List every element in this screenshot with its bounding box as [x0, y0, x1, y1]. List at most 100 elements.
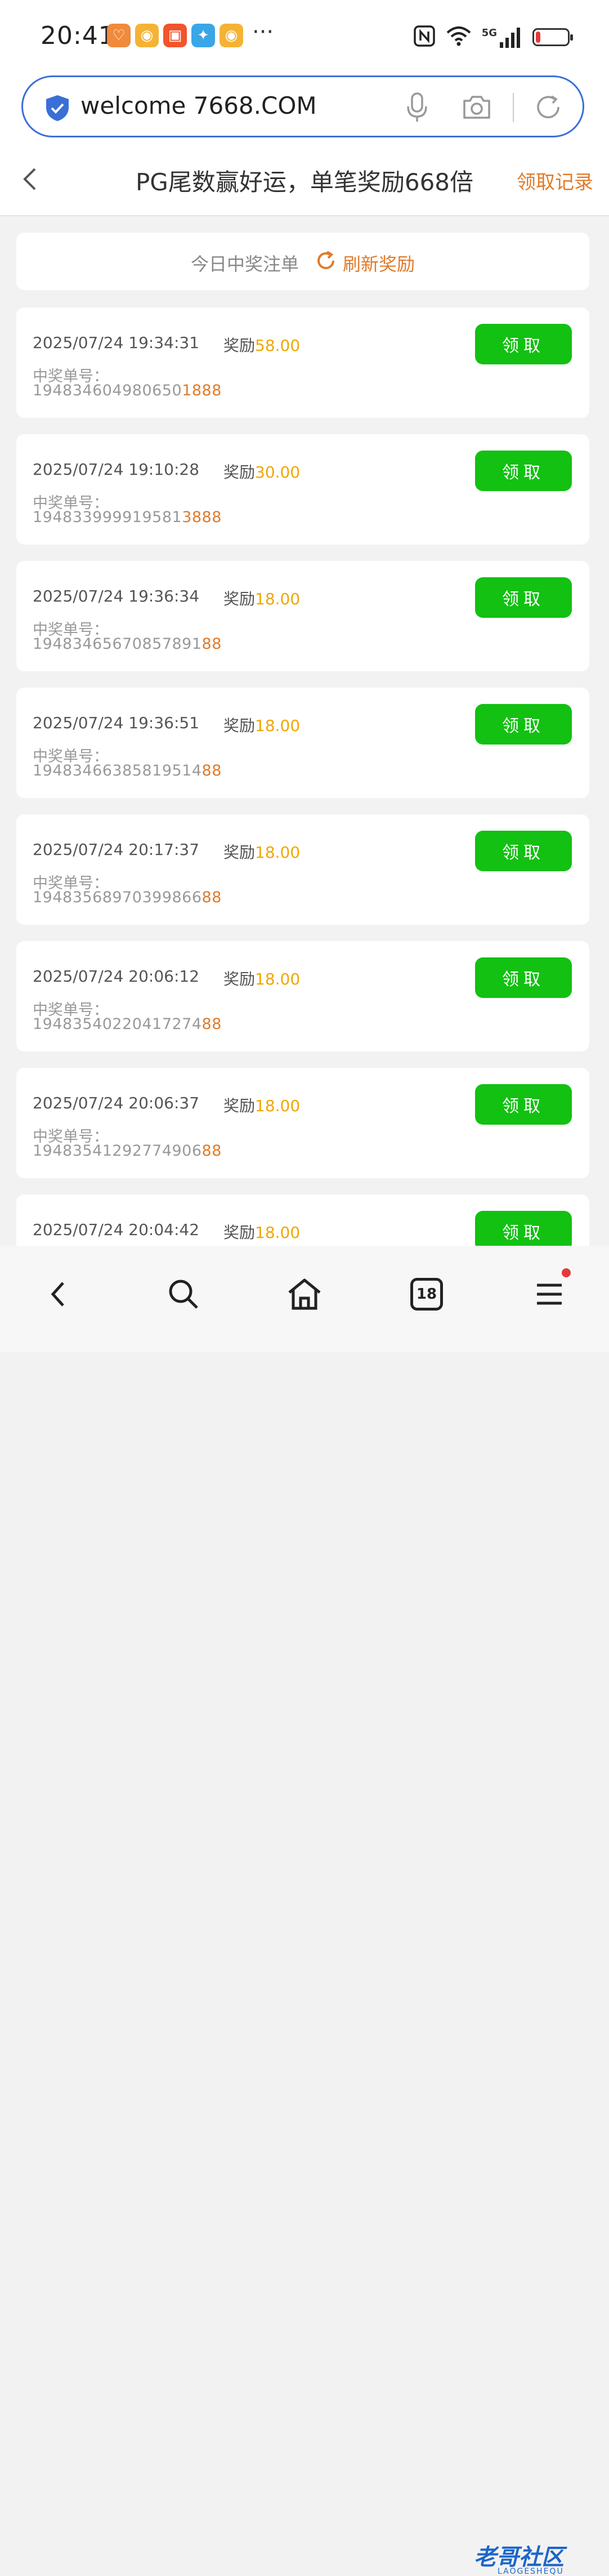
heart-app-icon: ♡	[107, 24, 131, 47]
order-number-prefix: 19483568970399866	[33, 889, 202, 906]
address-bar[interactable]: welcome 7668.COM	[21, 75, 584, 137]
reward-label: 奖励	[223, 463, 256, 482]
order-number-tail: 88	[201, 1142, 222, 1160]
winning-order-list: 2025/07/24 19:34:31 奖励58.00 中奖单号： 194834604…	[16, 307, 589, 1321]
reward-label: 奖励	[223, 716, 256, 735]
battery-level	[536, 32, 541, 43]
reward-label: 奖励	[223, 336, 256, 355]
winning-order-card: 2025/07/24 19:36:34 奖励18.00 中奖单号： 194834656…	[16, 561, 589, 671]
claim-button[interactable]: 领取	[475, 577, 572, 618]
reward-info: 奖励18.00	[223, 587, 300, 609]
network-type: 5G	[481, 27, 497, 39]
claim-button[interactable]: 领取	[475, 1084, 572, 1125]
page-header: PG尾数赢好运，单笔奖励668倍 领取记录	[0, 141, 609, 216]
winning-order-card: 2025/07/24 20:17:37 奖励18.00 中奖单号： 194835689…	[16, 814, 589, 925]
colorful-app-icon: ✦	[191, 24, 215, 47]
nav-home-icon[interactable]	[282, 1272, 327, 1317]
reward-info: 奖励18.00	[223, 714, 300, 736]
reward-info: 奖励18.00	[223, 1220, 300, 1243]
order-number: 1948346638581951488	[33, 762, 222, 779]
order-time: 2025/07/24 20:04:42	[33, 1220, 200, 1239]
order-number-tail: 88	[201, 889, 222, 906]
url-text[interactable]: welcome 7668.COM	[80, 92, 317, 119]
order-time: 2025/07/24 19:34:31	[33, 333, 200, 352]
reward-info: 奖励18.00	[223, 967, 300, 990]
reward-info: 奖励58.00	[223, 333, 300, 356]
nav-back-icon[interactable]	[37, 1272, 82, 1317]
wifi-icon	[446, 25, 472, 50]
order-number: 1948339999195813888	[33, 509, 222, 526]
browser-bottom-nav: 18 老哥社区 LAOGESHEQU	[0, 1246, 609, 2576]
reload-icon[interactable]	[534, 93, 562, 123]
order-time: 2025/07/24 20:17:37	[33, 840, 200, 859]
shield-icon	[44, 94, 70, 124]
system-icons: 5G	[413, 25, 573, 50]
order-number: 1948356897039986688	[33, 889, 222, 906]
winning-order-card: 2025/07/24 20:06:37 奖励18.00 中奖单号： 194835412…	[16, 1068, 589, 1178]
reward-label: 奖励	[223, 970, 256, 988]
order-number-prefix: 19483466385819514	[33, 762, 202, 779]
reward-amount: 30.00	[255, 463, 301, 482]
microphone-icon[interactable]	[406, 92, 428, 126]
reward-label: 奖励	[223, 843, 256, 862]
nav-menu-icon[interactable]	[527, 1268, 572, 1317]
address-divider	[513, 93, 514, 122]
claim-button[interactable]: 领取	[475, 324, 572, 364]
order-time: 2025/07/24 19:10:28	[33, 460, 200, 479]
winning-order-card: 2025/07/24 19:10:28 奖励30.00 中奖单号： 194833999…	[16, 434, 589, 545]
order-number-tail: 88	[201, 762, 222, 779]
status-time: 20:41	[41, 21, 115, 50]
reward-amount: 18.00	[255, 970, 301, 988]
order-number-tail: 3888	[182, 509, 222, 526]
order-number-tail: 1888	[182, 382, 222, 399]
claim-button[interactable]: 领取	[475, 831, 572, 871]
reward-label: 奖励	[223, 590, 256, 608]
order-number-prefix: 194833999919581	[33, 509, 182, 526]
order-number-tail: 88	[201, 1015, 222, 1033]
battery-icon	[532, 28, 573, 46]
summary-card: 今日中奖注单 刷新奖励	[16, 233, 589, 290]
reward-label: 奖励	[223, 1097, 256, 1115]
reward-label: 奖励	[223, 1223, 256, 1242]
order-number-prefix: 19483541292774906	[33, 1142, 202, 1160]
order-number-prefix: 194834604980650	[33, 382, 182, 399]
nav-search-icon[interactable]	[161, 1272, 206, 1317]
order-number: 1948354129277490688	[33, 1142, 222, 1160]
order-time: 2025/07/24 19:36:51	[33, 714, 200, 732]
order-number-prefix: 19483465670857891	[33, 635, 202, 653]
claim-record-link[interactable]: 领取记录	[517, 167, 593, 194]
order-time: 2025/07/24 20:06:12	[33, 967, 200, 986]
order-number-prefix: 19483540220417274	[33, 1015, 202, 1033]
order-number: 1948346567085789188	[33, 635, 222, 653]
claim-button[interactable]: 领取	[475, 704, 572, 745]
reward-amount: 18.00	[255, 1223, 301, 1242]
winning-order-card: 2025/07/24 19:36:51 奖励18.00 中奖单号： 194834663…	[16, 688, 589, 798]
kuaishou-icon: ▣	[163, 24, 187, 47]
order-number: 1948346049806501888	[33, 382, 222, 399]
summary-label: 今日中奖注单	[190, 253, 299, 275]
reward-info: 奖励18.00	[223, 1094, 300, 1116]
reward-amount: 18.00	[255, 590, 301, 608]
reward-info: 奖励30.00	[223, 460, 300, 483]
browser-address-area: welcome 7668.COM	[0, 73, 609, 141]
weibo-icon: ◉	[220, 24, 243, 47]
notification-icons: ♡ ◉ ▣ ✦ ◉	[107, 24, 243, 47]
more-notifications-icon: ···	[252, 19, 274, 45]
watermark-subtext: LAOGESHEQU	[498, 2567, 564, 2576]
winning-order-card: 2025/07/24 19:34:31 奖励58.00 中奖单号： 194834604…	[16, 307, 589, 418]
reward-amount: 18.00	[255, 716, 301, 735]
claim-button[interactable]: 领取	[475, 957, 572, 998]
refresh-reward-button[interactable]: 刷新奖励	[315, 249, 415, 277]
claim-button[interactable]: 领取	[475, 451, 572, 491]
order-time: 2025/07/24 20:06:37	[33, 1094, 200, 1112]
reward-info: 奖励18.00	[223, 840, 300, 863]
refresh-icon	[315, 249, 337, 277]
reward-amount: 18.00	[255, 1097, 301, 1115]
order-time: 2025/07/24 19:36:34	[33, 587, 200, 605]
tabs-count: 18	[410, 1278, 443, 1311]
notification-dot	[562, 1268, 571, 1277]
nfc-icon	[413, 25, 436, 50]
camera-icon[interactable]	[462, 94, 491, 122]
reward-amount: 18.00	[255, 843, 301, 862]
nav-tabs-button[interactable]: 18	[404, 1272, 449, 1317]
